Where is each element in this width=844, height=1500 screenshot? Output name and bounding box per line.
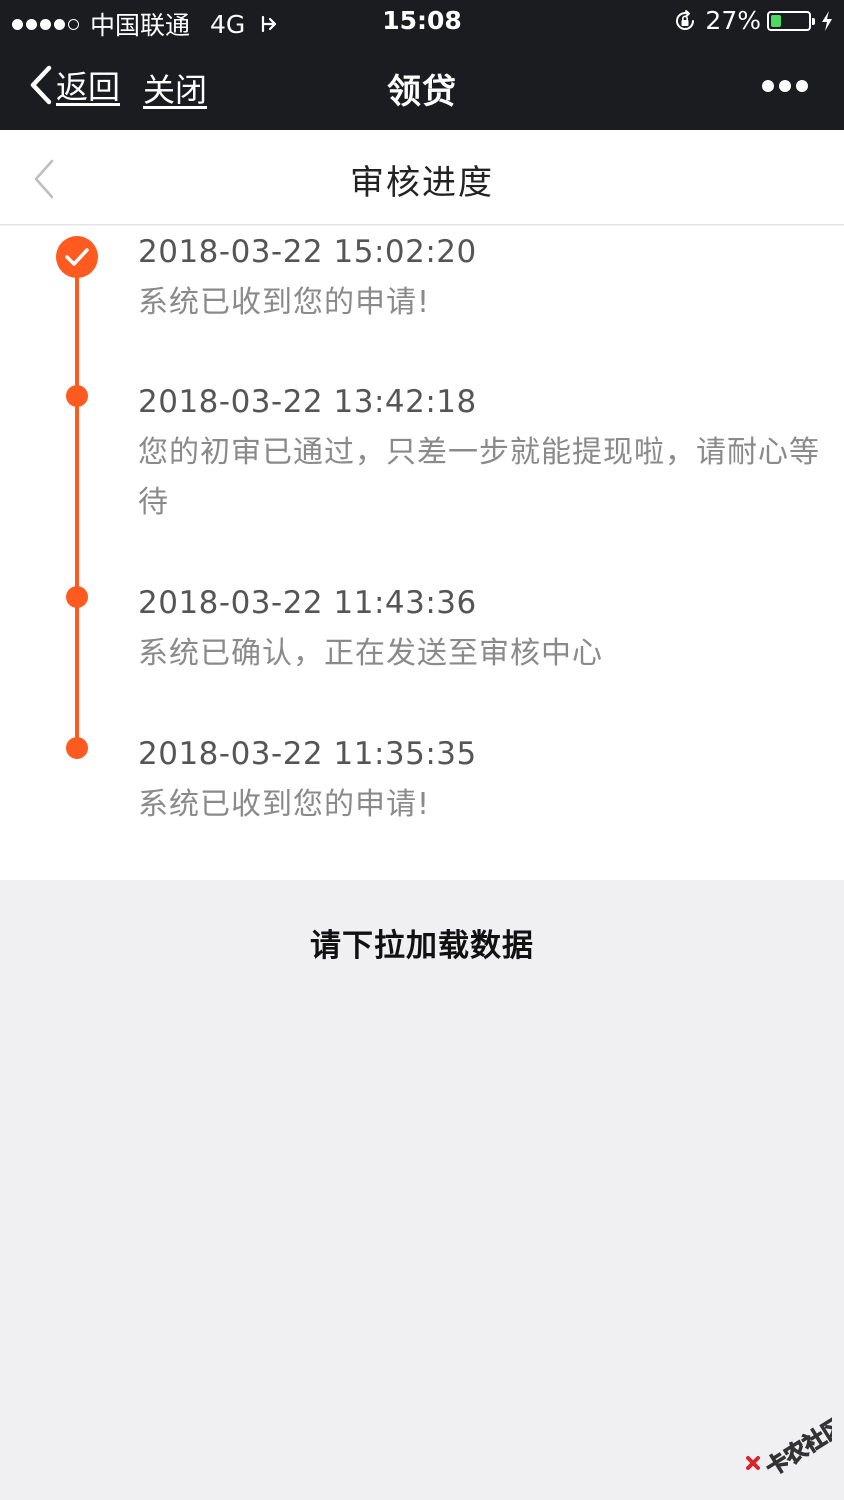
watermark-logo: 卡农社区 [742,1412,844,1482]
timeline-message: 系统已收到您的申请! [138,285,431,320]
timeline-time: 2018-03-22 11:43:36 [138,585,477,621]
status-bar: 中国联通 4G 15:08 27% [0,0,844,42]
timeline-dot-icon [66,737,88,759]
timeline-dot-icon [66,385,88,407]
timeline-message: 系统已确认，正在发送至审核中心 [138,636,603,671]
charging-bolt-icon [822,10,832,31]
pull-to-load-hint: 请下拉加载数据 [310,928,534,964]
page-title: 审核进度 [350,163,494,203]
more-dot-icon [796,80,808,92]
more-dot-icon [779,80,791,92]
progress-timeline: 2018-03-22 15:02:20 系统已收到您的申请! 2018-03-2… [0,226,844,880]
check-circle-icon [56,236,98,278]
battery-fill [771,14,781,27]
timeline-line [75,256,79,750]
timeline-time: 2018-03-22 15:02:20 [138,234,477,270]
timeline-dot-icon [66,586,88,608]
more-options-button[interactable] [757,80,808,92]
timeline-time: 2018-03-22 11:35:35 [138,736,477,772]
status-right: 27% [673,6,834,35]
page-header: 审核进度 [0,130,844,225]
nav-bar: 返回 关闭 领贷 [0,42,844,130]
timeline-time: 2018-03-22 13:42:18 [138,384,477,420]
nav-title: 领贷 [387,72,457,112]
timeline-message: 您的初审已通过，只差一步就能提现啦，请耐心等待 [138,435,820,520]
svg-text:卡农社区: 卡农社区 [761,1413,832,1482]
battery-percent: 27% [705,6,761,35]
timeline-message: 系统已收到您的申请! [138,787,431,822]
rotation-lock-icon [676,9,695,30]
battery-icon [767,10,815,31]
more-dot-icon [762,80,774,92]
